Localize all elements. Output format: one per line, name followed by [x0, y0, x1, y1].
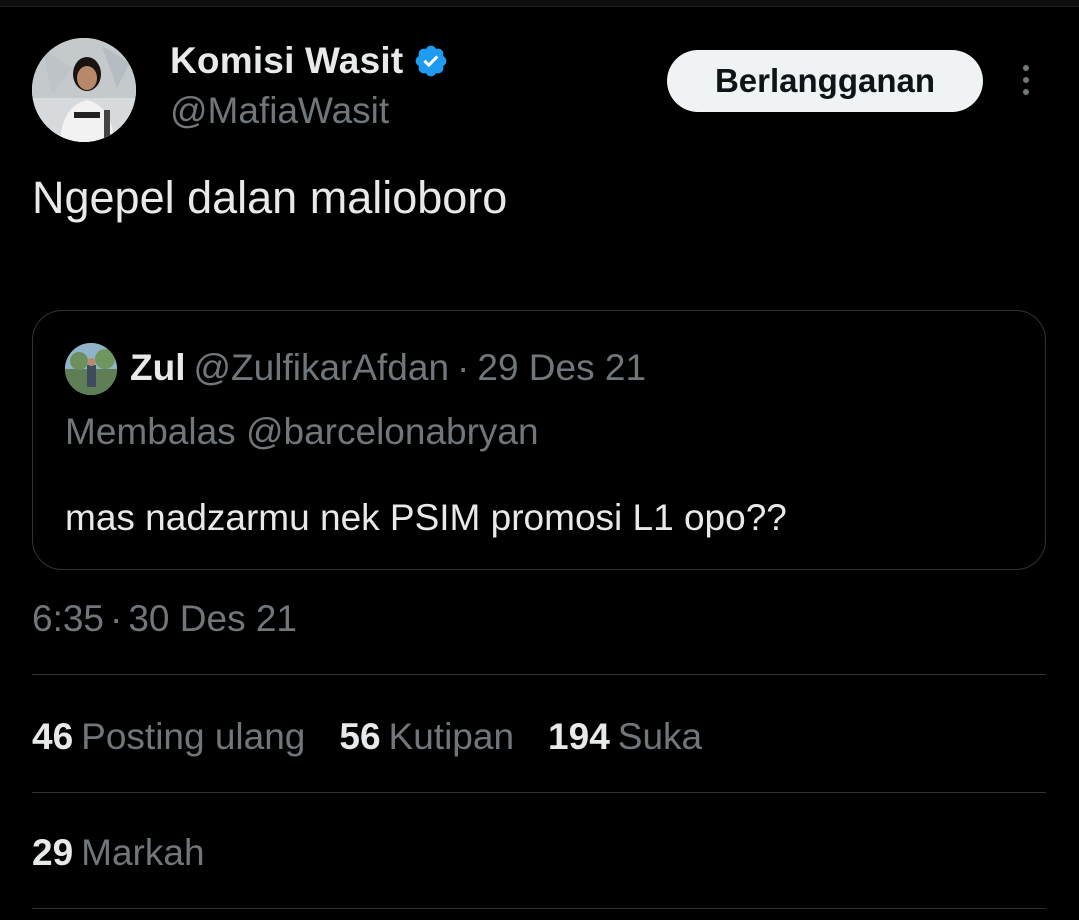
bookmark-label: Markah [81, 832, 205, 873]
stat-count: 194 [548, 716, 610, 757]
quoted-text: mas nadzarmu nek PSIM promosi L1 opo?? [65, 497, 787, 538]
quoted-author-avatar[interactable] [65, 343, 117, 395]
author-display-name[interactable]: Komisi Wasit [170, 40, 403, 82]
subscribe-button[interactable]: Berlangganan [667, 50, 983, 112]
bookmark-count: 29 [32, 832, 74, 873]
divider [32, 792, 1046, 793]
author-name-row[interactable]: Komisi Wasit [170, 40, 449, 82]
timestamp-date: 30 Des 21 [128, 598, 298, 639]
top-edge [0, 0, 1079, 7]
quoted-header: Zul @ZulfikarAfdan · 29 Des 21 [130, 347, 646, 389]
quoted-author-name[interactable]: Zul [130, 347, 185, 388]
author-handle[interactable]: @MafiaWasit [170, 90, 389, 132]
quoted-separator: · [457, 347, 470, 388]
stat-count: 46 [32, 716, 74, 757]
stat-quotes[interactable]: 56 Kutipan [339, 716, 514, 758]
stat-likes[interactable]: 194 Suka [548, 716, 702, 758]
quoted-author-handle[interactable]: @ZulfikarAfdan [193, 347, 449, 388]
author-avatar[interactable] [32, 38, 136, 142]
timestamp-time: 6:35 [32, 598, 105, 639]
stat-label: Posting ulang [81, 716, 306, 757]
profile-photo-icon [65, 343, 117, 395]
more-options-icon[interactable] [1014, 62, 1038, 102]
profile-photo-icon [32, 38, 136, 142]
engagement-stats: 46 Posting ulang 56 Kutipan 194 Suka [32, 716, 736, 758]
timestamp-separator: · [110, 598, 123, 639]
divider [32, 674, 1046, 675]
quoted-reply-to: Membalas @barcelonabryan [65, 411, 539, 452]
stat-reposts[interactable]: 46 Posting ulang [32, 716, 305, 758]
verified-badge-icon[interactable] [413, 43, 449, 79]
quoted-tweet-card[interactable]: Zul @ZulfikarAfdan · 29 Des 21 Membalas @ba… [32, 310, 1046, 570]
tweet-text: Ngepel dalan malioboro [32, 172, 508, 223]
stat-bookmarks[interactable]: 29 Markah [32, 832, 205, 874]
tweet-timestamp[interactable]: 6:35 · 30 Des 21 [32, 598, 297, 640]
divider [32, 908, 1046, 909]
stat-label: Kutipan [388, 716, 515, 757]
stat-label: Suka [617, 716, 703, 757]
quoted-date[interactable]: 29 Des 21 [477, 347, 646, 388]
stat-count: 56 [339, 716, 381, 757]
